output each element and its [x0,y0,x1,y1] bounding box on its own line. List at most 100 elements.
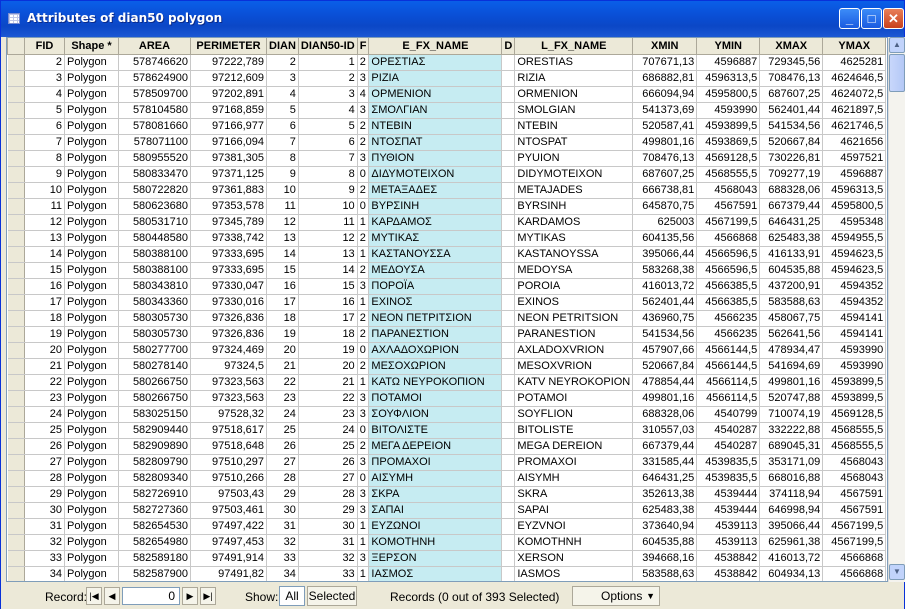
table-cell[interactable]: 20 [266,342,299,359]
table-row[interactable]: 21 Polygon 580278140 97324,5 21 20 2 ΜΕΣΟΧΩΡΙΟΝ… [7,358,887,375]
table-cell[interactable]: ΠΡΟΜΑΧΟΙ [368,454,503,471]
table-cell[interactable]: 29 [24,486,65,503]
table-cell[interactable]: 2 [357,230,370,247]
table-cell[interactable] [501,470,516,487]
table-cell[interactable]: 4593990 [696,102,761,119]
table-cell[interactable]: 668016,88 [759,470,824,487]
table-cell[interactable]: 19 [24,326,65,343]
table-cell[interactable]: 4621897,5 [822,102,887,119]
table-cell[interactable]: 2 [24,54,65,71]
table-cell[interactable]: 604535,88 [759,262,824,279]
table-cell[interactable]: 10 [266,182,299,199]
show-selected-button[interactable]: Selected [307,586,357,606]
table-cell[interactable]: 4539113 [696,518,761,535]
table-cell[interactable]: 5 [24,102,65,119]
table-row[interactable]: 11 Polygon 580623680 97353,578 11 10 0 ΒΥΡΣΙΝΗ B… [7,198,887,215]
table-cell[interactable]: ΠΟΤΑΜΟΙ [368,390,503,407]
table-cell[interactable]: 2 [357,182,370,199]
table-cell[interactable]: 28 [298,486,358,503]
table-cell[interactable]: 4566144,5 [696,342,761,359]
table-cell[interactable]: 97166,094 [190,134,267,151]
table-cell[interactable]: XERSON [514,550,634,567]
table-cell[interactable]: 97324,5 [190,358,267,375]
table-cell[interactable]: 7 [298,150,358,167]
table-row[interactable]: 10 Polygon 580722820 97361,883 10 9 2 ΜΕΤΑΞΑΔΕΣ… [7,182,887,199]
table-cell[interactable]: 4566868 [822,550,887,567]
table-cell[interactable]: 30 [298,518,358,535]
table-cell[interactable]: 4 [357,86,370,103]
table-cell[interactable]: Polygon [64,70,119,87]
table-cell[interactable]: Polygon [64,118,119,135]
table-cell[interactable]: ΕΥΖΩΝΟΙ [368,518,503,535]
table-cell[interactable]: 578624900 [118,70,191,87]
table-cell[interactable]: 4540287 [696,438,761,455]
row-selector[interactable] [7,358,25,375]
table-cell[interactable]: 24 [266,406,299,423]
table-cell[interactable]: 353171,09 [759,454,824,471]
table-cell[interactable]: 4595800,5 [822,198,887,215]
table-cell[interactable]: KATV NEYROKOPION [514,374,634,391]
table-cell[interactable]: 18 [24,310,65,327]
table-cell[interactable]: 1 [357,294,370,311]
table-cell[interactable]: AXLADOXVRION [514,342,634,359]
table-cell[interactable]: 625961,38 [759,534,824,551]
table-cell[interactable] [501,246,516,263]
table-cell[interactable]: 582909440 [118,422,191,439]
table-cell[interactable]: 3 [357,486,370,503]
table-cell[interactable]: 646431,25 [759,214,824,231]
table-cell[interactable]: 1 [357,534,370,551]
table-cell[interactable]: 729345,56 [759,54,824,71]
table-cell[interactable]: Polygon [64,262,119,279]
table-cell[interactable]: Polygon [64,438,119,455]
row-selector[interactable] [7,70,25,87]
table-cell[interactable]: 4568555,5 [822,422,887,439]
table-cell[interactable]: ΜΕΤΑΞΑΔΕΣ [368,182,503,199]
table-cell[interactable]: 23 [266,390,299,407]
table-row[interactable]: 34 Polygon 582587900 97491,82 34 33 1 ΙΑΣΜΟΣ IAS… [7,566,887,581]
table-cell[interactable]: 5 [266,102,299,119]
table-cell[interactable]: 4593899,5 [822,374,887,391]
table-row[interactable]: 7 Polygon 578071100 97166,094 7 6 2 ΝΤΟΣΠΑΤ NTOS… [7,134,887,151]
table-cell[interactable]: 16 [24,278,65,295]
table-cell[interactable]: Polygon [64,214,119,231]
table-cell[interactable]: 2 [357,438,370,455]
column-header[interactable]: Shape * [64,38,119,55]
table-cell[interactable]: 4568043 [822,470,887,487]
table-cell[interactable]: 580955520 [118,150,191,167]
table-cell[interactable]: ΝΕΟΝ ΠΕΤΡΙΤΣΙΟΝ [368,310,503,327]
table-row[interactable]: 22 Polygon 580266750 97323,563 22 21 1 ΚΑΤΩ ΝΕΥ… [7,374,887,391]
table-cell[interactable]: Polygon [64,534,119,551]
table-cell[interactable]: 2 [357,262,370,279]
table-cell[interactable]: Polygon [64,198,119,215]
table-cell[interactable]: 1 [298,54,358,71]
table-cell[interactable]: Polygon [64,374,119,391]
table-cell[interactable]: PROMAXOI [514,454,634,471]
table-cell[interactable]: KASTANOYSSA [514,246,634,263]
table-cell[interactable]: 583025150 [118,406,191,423]
table-cell[interactable]: 31 [298,534,358,551]
row-selector[interactable] [7,182,25,199]
table-cell[interactable]: Polygon [64,454,119,471]
table-cell[interactable]: 4624646,5 [822,70,887,87]
table-cell[interactable]: 13 [266,230,299,247]
table-cell[interactable]: ΟΡΕΣΤΙΑΣ [368,54,503,71]
table-cell[interactable] [501,134,516,151]
table-cell[interactable]: Polygon [64,54,119,71]
table-cell[interactable]: Polygon [64,150,119,167]
table-cell[interactable]: SAPAI [514,502,634,519]
table-cell[interactable]: 520667,84 [759,134,824,151]
table-cell[interactable]: 16 [266,278,299,295]
table-cell[interactable]: 26 [298,454,358,471]
table-cell[interactable]: Polygon [64,550,119,567]
table-cell[interactable]: 582909890 [118,438,191,455]
table-row[interactable]: 23 Polygon 580266750 97323,563 23 22 3 ΠΟΤΑΜΟΙ P… [7,390,887,407]
table-row[interactable]: 25 Polygon 582909440 97518,617 25 24 0 ΒΙΤΟΛΙΣΤ… [7,422,887,439]
table-cell[interactable]: 457907,66 [632,342,698,359]
table-cell[interactable]: 21 [266,358,299,375]
table-cell[interactable]: 25 [266,422,299,439]
table-cell[interactable]: 4569128,5 [696,150,761,167]
table-cell[interactable]: SKRA [514,486,634,503]
table-cell[interactable]: 578071100 [118,134,191,151]
table-cell[interactable]: 4539835,5 [696,454,761,471]
table-cell[interactable] [501,358,516,375]
